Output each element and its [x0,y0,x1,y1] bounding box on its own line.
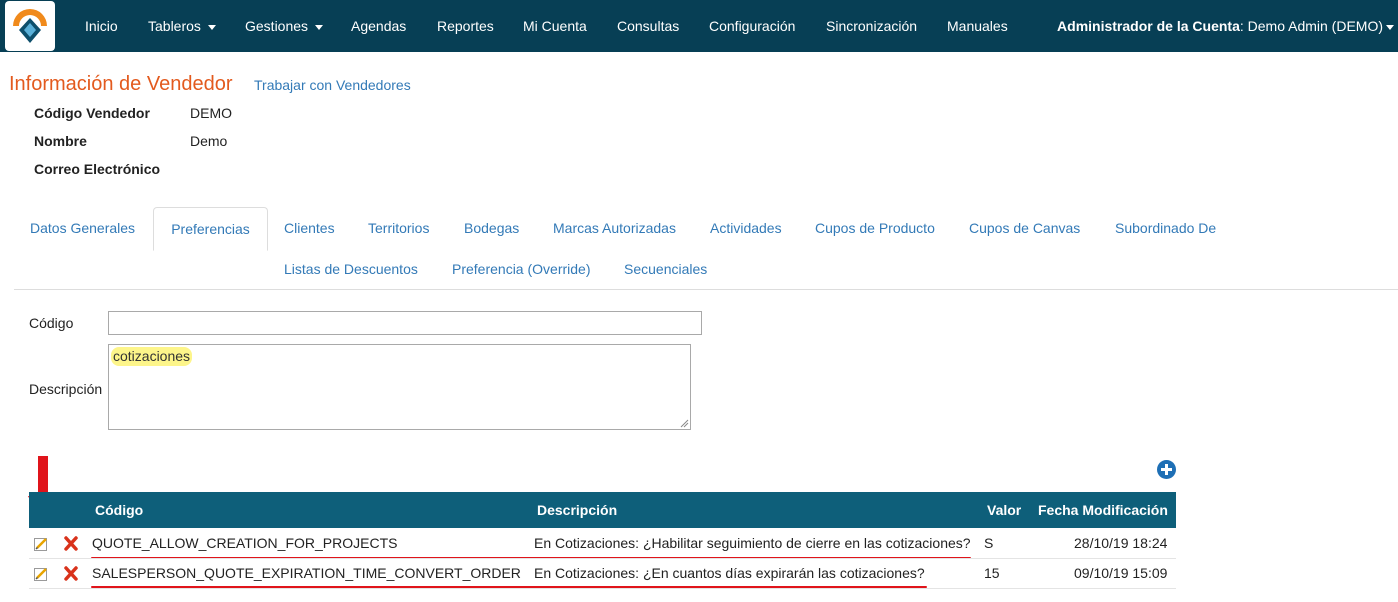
tab-cupos-de-canvas[interactable]: Cupos de Canvas [969,220,1080,236]
nav-tableros-label: Tableros [148,18,201,34]
tab-listas-de-descuentos[interactable]: Listas de Descuentos [284,261,418,277]
nav-tableros[interactable]: Tableros [148,0,216,52]
company-logo[interactable] [5,1,55,51]
description-filter-value: cotizaciones [111,347,193,366]
edit-icon[interactable] [34,567,48,581]
delete-icon[interactable] [64,536,78,551]
nav-gestiones[interactable]: Gestiones [245,0,324,52]
row-code: QUOTE_ALLOW_CREATION_FOR_PROJECTS [92,535,398,551]
nav-gestiones-label: Gestiones [245,18,309,34]
tab-territorios[interactable]: Territorios [368,220,429,236]
row-modified: 28/10/19 18:24 [1074,535,1168,551]
top-navbar: Inicio Tableros Gestiones Agendas Report… [0,0,1398,52]
tab-secuenciales[interactable]: Secuenciales [624,261,707,277]
nav-sincronizacion[interactable]: Sincronización [826,0,917,52]
tabs-divider [14,289,1398,290]
column-header-code[interactable]: Código [95,492,143,528]
work-with-vendors-link[interactable]: Trabajar con Vendedores [254,77,411,93]
vendor-email-label: Correo Electrónico [34,161,161,177]
tab-cupos-de-producto[interactable]: Cupos de Producto [815,220,935,236]
nav-manuales[interactable]: Manuales [947,0,1008,52]
vendor-name-value: Demo [190,133,228,149]
row-modified: 09/10/19 15:09 [1074,565,1168,581]
tab-preferencias[interactable]: Preferencias [153,207,268,251]
code-filter-label: Código [29,315,74,331]
row-code: SALESPERSON_QUOTE_EXPIRATION_TIME_CONVER… [92,565,521,581]
plus-circle-icon[interactable] [1157,460,1176,479]
column-header-modified[interactable]: Fecha Modificación [1038,492,1168,528]
nav-reportes[interactable]: Reportes [437,0,494,52]
delete-icon[interactable] [64,566,78,581]
nav-inicio[interactable]: Inicio [85,0,118,52]
row-value: 15 [984,565,1000,581]
caret-down-icon [315,24,324,30]
preferences-table-header: Código Descripción Valor Fecha Modificac… [29,492,1176,528]
resize-grip-icon[interactable] [680,419,689,428]
tab-clientes[interactable]: Clientes [284,220,335,236]
table-row: SALESPERSON_QUOTE_EXPIRATION_TIME_CONVER… [29,559,1176,588]
tab-datos-generales[interactable]: Datos Generales [30,220,135,236]
nav-mi-cuenta[interactable]: Mi Cuenta [523,0,587,52]
tab-preferencia-override[interactable]: Preferencia (Override) [452,261,591,277]
tab-actividades[interactable]: Actividades [710,220,782,236]
nav-configuracion[interactable]: Configuración [709,0,795,52]
nav-consultas[interactable]: Consultas [617,0,679,52]
row-description: En Cotizaciones: ¿En cuantos días expira… [534,565,925,581]
vendor-code-value: DEMO [190,105,232,121]
table-row: QUOTE_ALLOW_CREATION_FOR_PROJECTS En Cot… [29,529,1176,558]
row-divider [29,588,1176,589]
column-header-value[interactable]: Valor [987,492,1021,528]
caret-down-icon [207,24,216,30]
tab-bodegas[interactable]: Bodegas [464,220,519,236]
description-filter-textarea[interactable]: cotizaciones [108,344,691,430]
vendor-code-label: Código Vendedor [34,105,150,121]
code-filter-input[interactable] [108,311,702,335]
description-filter-label: Descripción [29,381,103,397]
page-title: Información de Vendedor [9,73,233,95]
nav-agendas[interactable]: Agendas [351,0,406,52]
tab-marcas-autorizadas[interactable]: Marcas Autorizadas [553,220,676,236]
account-label: Administrador de la Cuenta [1057,18,1240,34]
caret-down-icon [1386,24,1394,30]
column-header-description[interactable]: Descripción [537,492,617,528]
edit-icon[interactable] [34,537,48,551]
row-description: En Cotizaciones: ¿Habilitar seguimiento … [534,535,971,551]
row-value: S [984,535,994,551]
tab-subordinado-de[interactable]: Subordinado De [1115,220,1216,236]
account-menu[interactable]: Administrador de la Cuenta: Demo Admin (… [1057,0,1394,52]
vendor-name-label: Nombre [34,133,87,149]
account-user: : Demo Admin (DEMO) [1239,18,1383,34]
